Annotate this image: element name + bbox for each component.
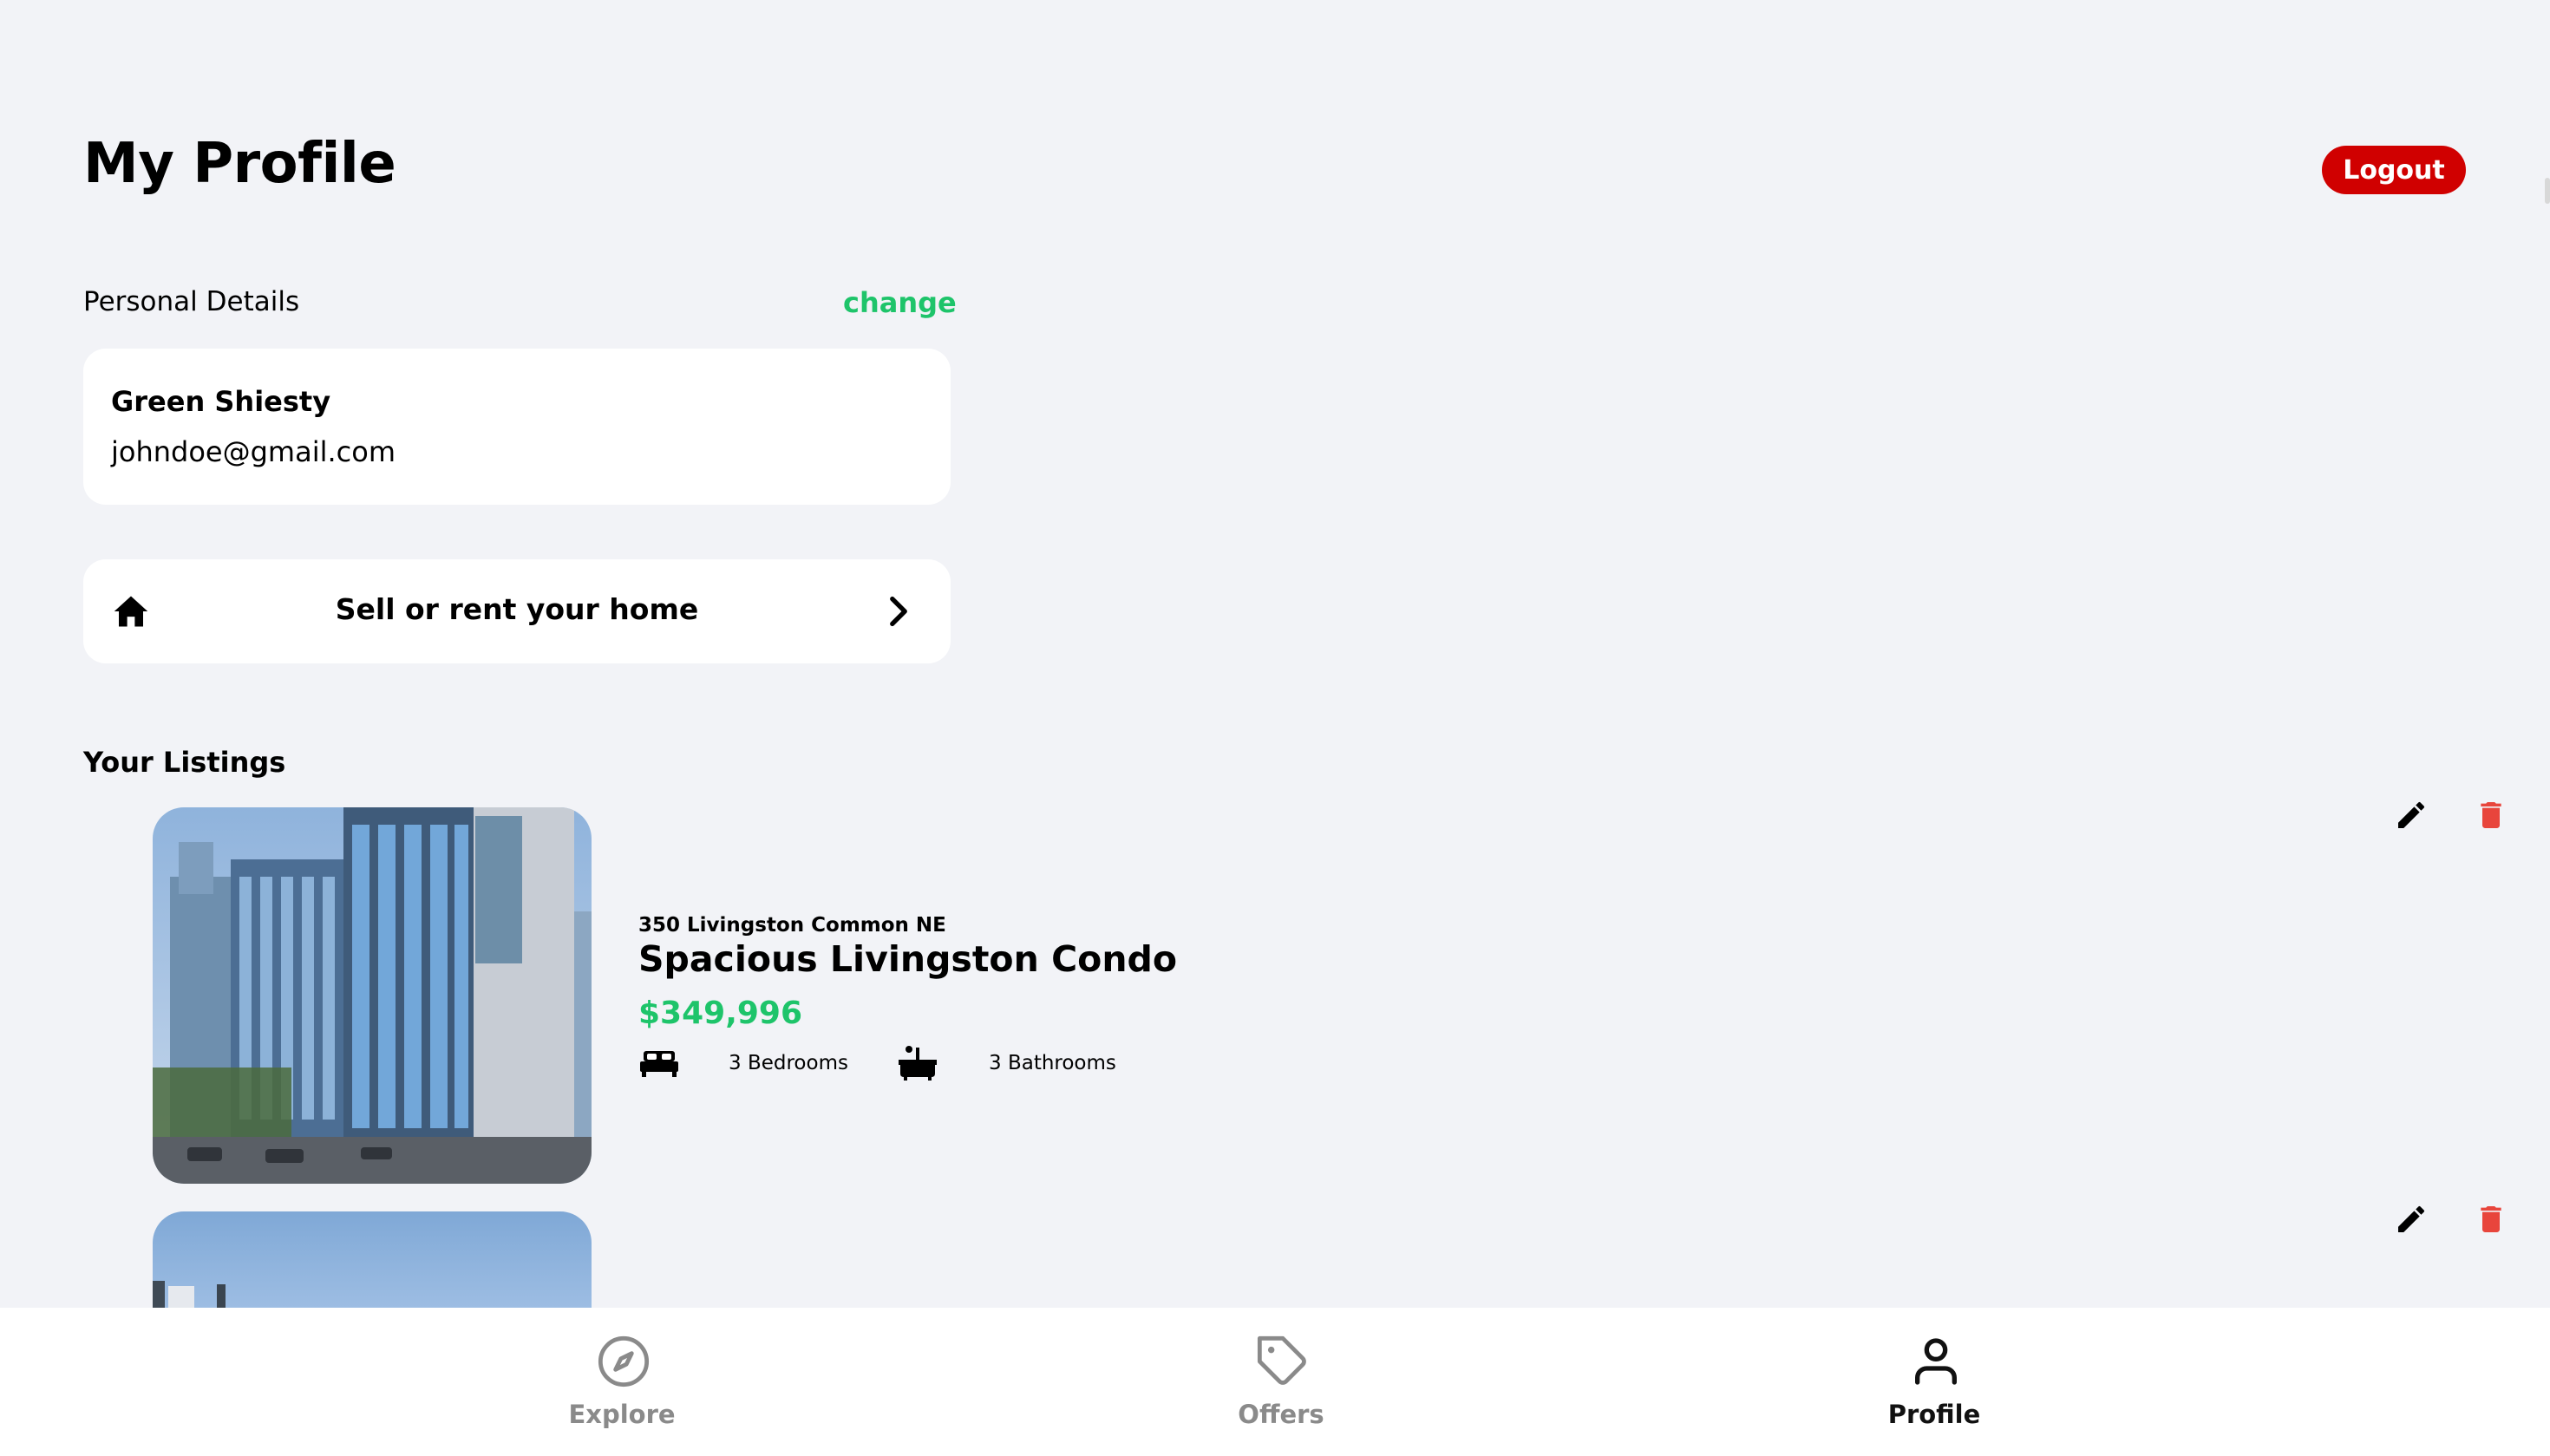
- sell-or-rent-label: Sell or rent your home: [335, 592, 699, 626]
- bed-icon: [640, 1051, 678, 1077]
- tab-label: Offers: [1238, 1400, 1324, 1429]
- page-title: My Profile: [83, 132, 396, 196]
- personal-details-card: Green Shiesty johndoe@gmail.com: [83, 349, 951, 505]
- bathtub-icon: [899, 1046, 937, 1081]
- tab-explore[interactable]: Explore: [492, 1308, 752, 1456]
- user-email: johndoe@gmail.com: [111, 435, 396, 468]
- listing-photo[interactable]: [153, 1211, 592, 1308]
- listings-heading: Your Listings: [83, 746, 286, 779]
- listing-photo[interactable]: [153, 807, 592, 1184]
- bedrooms-count: 3 Bedrooms: [729, 1052, 848, 1074]
- person-icon: [1915, 1338, 1957, 1385]
- tab-label: Profile: [1887, 1400, 1981, 1429]
- trash-icon[interactable]: [2474, 798, 2508, 832]
- tab-offers[interactable]: Offers: [1151, 1308, 1411, 1456]
- change-details-link[interactable]: change: [843, 286, 957, 319]
- personal-details-label: Personal Details: [83, 286, 300, 317]
- chevron-right-icon: [890, 596, 907, 627]
- listing-title[interactable]: Spacious Livingston Condo: [638, 938, 1177, 980]
- tag-icon: [1257, 1335, 1306, 1385]
- compass-icon: [598, 1335, 650, 1387]
- logout-button[interactable]: Logout: [2322, 146, 2466, 194]
- tab-label: Explore: [568, 1400, 676, 1429]
- listing-address: 350 Livingston Common NE: [638, 914, 946, 937]
- user-name: Green Shiesty: [111, 385, 331, 418]
- tab-profile[interactable]: Profile: [1804, 1308, 2064, 1456]
- scrollbar[interactable]: [2545, 178, 2550, 204]
- edit-icon[interactable]: [2394, 1202, 2429, 1237]
- building-photo: [153, 807, 592, 1184]
- edit-icon[interactable]: [2394, 798, 2429, 832]
- listing-price: $349,996: [638, 996, 803, 1031]
- building-photo: [153, 1211, 592, 1308]
- bottom-tab-bar: Explore Offers Profile: [0, 1308, 2550, 1456]
- trash-icon[interactable]: [2474, 1202, 2508, 1237]
- sell-or-rent-button[interactable]: Sell or rent your home: [83, 559, 951, 663]
- bathrooms-count: 3 Bathrooms: [989, 1052, 1116, 1074]
